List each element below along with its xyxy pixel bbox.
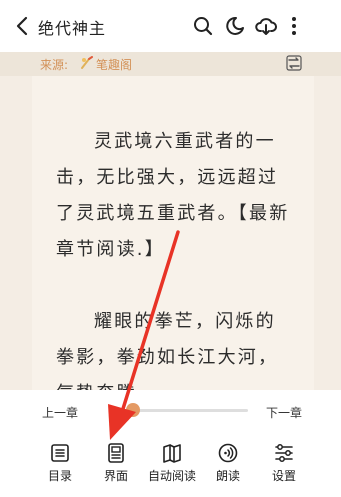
chapter-progress-slider[interactable]: [120, 403, 248, 417]
back-icon[interactable]: [12, 14, 34, 38]
settings-icon: [275, 444, 293, 462]
chapter-paragraph: 耀眼的拳芒，闪烁的拳影，拳劲如长江大河，气势奔腾,: [56, 311, 279, 390]
tab-label: 界面: [103, 469, 128, 483]
source-bar: 来源: 笔趣阁: [0, 52, 341, 76]
tab-read-aloud[interactable]: 朗读: [198, 442, 258, 486]
auto-read-icon: [163, 444, 181, 463]
search-icon[interactable]: [192, 15, 214, 37]
chapter-paragraph: 灵武境六重武者的一击，无比强大，远远超过了灵武境五重武者。【最新章节阅读.】: [56, 131, 290, 260]
reader-mode-icon[interactable]: [286, 55, 302, 71]
tab-catalog[interactable]: 目录: [30, 442, 90, 486]
slider-thumb[interactable]: [125, 403, 140, 417]
tab-settings[interactable]: 设置: [254, 442, 314, 486]
prev-chapter-button[interactable]: 上一章: [42, 404, 78, 421]
bottom-toolbar: 上一章 下一章 目录 界面 自动阅读 朗读 设置: [0, 390, 341, 497]
chapter-page: 灵武境六重武者的一击，无比强大，远远超过了灵武境五重武者。【最新章节阅读.】 耀…: [32, 76, 314, 390]
tab-label: 目录: [47, 469, 72, 483]
tab-auto-read[interactable]: 自动阅读: [142, 442, 202, 486]
source-label: 来源:: [40, 58, 69, 72]
tab-label: 自动阅读: [147, 469, 196, 483]
tab-label: 设置: [271, 469, 296, 483]
read-aloud-icon: [218, 443, 238, 463]
tab-label: 朗读: [215, 469, 240, 483]
interface-icon: [108, 443, 124, 463]
source-logo-icon: [81, 56, 93, 69]
catalog-icon: [51, 444, 69, 462]
next-chapter-button[interactable]: 下一章: [266, 404, 302, 421]
more-icon[interactable]: [288, 15, 300, 37]
night-mode-icon[interactable]: [224, 15, 246, 37]
top-bar: 绝代神主: [0, 0, 341, 52]
download-cloud-icon[interactable]: [255, 15, 277, 37]
book-title: 绝代神主: [38, 19, 107, 38]
source-link[interactable]: 笔趣阁: [96, 56, 132, 73]
reader-area[interactable]: 来源: 笔趣阁 灵武境六重武者的一击，无比强大，远远超过了灵武境五重武者。【最新…: [0, 52, 341, 390]
tab-interface[interactable]: 界面: [86, 442, 146, 486]
